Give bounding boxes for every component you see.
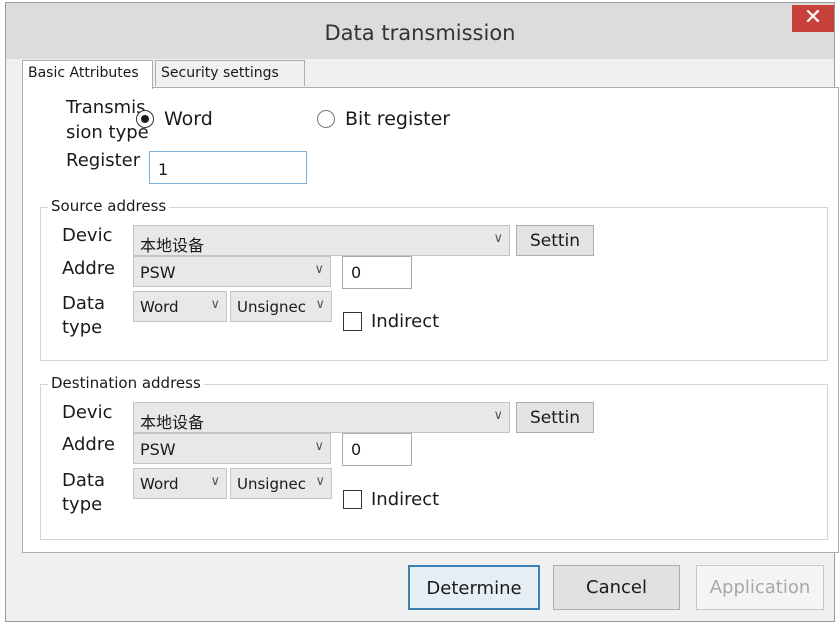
source-device-value: 本地设备: [140, 236, 205, 255]
destination-device-value: 本地设备: [140, 413, 205, 432]
data-transmission-dialog: Data transmission ✕ Basic Attributes Sec…: [5, 2, 839, 622]
window-title: Data transmission: [324, 21, 516, 45]
destination-device-label: Devic: [62, 402, 113, 423]
chevron-down-icon: ∨: [210, 474, 220, 489]
basic-attributes-panel: Transmis sion type Word Bit register Reg…: [22, 87, 839, 553]
source-address-input[interactable]: 0: [342, 256, 412, 289]
chevron-down-icon: ∨: [210, 297, 220, 312]
transmission-type-label-line1: Transmis: [66, 97, 146, 118]
title-bar[interactable]: Data transmission ✕: [6, 3, 834, 59]
cancel-button[interactable]: Cancel: [553, 565, 680, 610]
checkbox-unchecked-icon[interactable]: [343, 312, 362, 331]
source-datatype-value: Word: [140, 298, 179, 316]
register-input[interactable]: 1: [149, 151, 307, 184]
radio-word-label: Word: [164, 108, 213, 130]
chevron-down-icon: ∨: [315, 297, 325, 312]
source-datatype-label-line2: type: [62, 317, 103, 338]
radio-checked-icon[interactable]: [136, 110, 154, 128]
source-indirect-label: Indirect: [371, 311, 440, 332]
radio-bit-register-label: Bit register: [345, 108, 451, 130]
destination-address-type-select[interactable]: PSW ∨: [133, 433, 331, 464]
source-address-type-select[interactable]: PSW ∨: [133, 256, 331, 287]
chevron-down-icon: ∨: [314, 262, 324, 277]
source-address-type-value: PSW: [140, 263, 176, 282]
source-address-field-label: Addre: [62, 258, 115, 279]
destination-address-type-value: PSW: [140, 440, 176, 459]
destination-sign-value: Unsignec: [237, 475, 306, 493]
chevron-down-icon: ∨: [493, 231, 503, 246]
source-address-group: Source address Devic 本地设备 ∨ Settin Addre…: [40, 197, 828, 361]
destination-datatype-label-line2: type: [62, 494, 103, 515]
destination-address-group: Destination address Devic 本地设备 ∨ Settin …: [40, 374, 828, 540]
source-setting-button[interactable]: Settin: [516, 225, 594, 256]
chevron-down-icon: ∨: [314, 439, 324, 454]
chevron-down-icon: ∨: [493, 408, 503, 423]
source-datatype-select[interactable]: Word ∨: [133, 291, 227, 322]
application-button[interactable]: Application: [696, 565, 824, 610]
source-address-label: Source address: [48, 197, 170, 215]
source-sign-value: Unsignec: [237, 298, 306, 316]
destination-setting-button[interactable]: Settin: [516, 402, 594, 433]
destination-indirect-label: Indirect: [371, 489, 440, 510]
source-indirect-checkbox[interactable]: Indirect: [343, 311, 439, 332]
radio-bit-register[interactable]: Bit register: [317, 108, 450, 130]
destination-address-field-label: Addre: [62, 434, 115, 455]
destination-address-input[interactable]: 0: [342, 433, 412, 466]
chevron-down-icon: ∨: [315, 474, 325, 489]
destination-device-select[interactable]: 本地设备 ∨: [133, 402, 510, 433]
determine-button[interactable]: Determine: [408, 565, 540, 610]
checkbox-unchecked-icon[interactable]: [343, 490, 362, 509]
source-datatype-label-line1: Data: [62, 293, 105, 314]
destination-address-label: Destination address: [48, 374, 204, 392]
register-label: Register: [66, 150, 141, 171]
source-sign-select[interactable]: Unsignec ∨: [230, 291, 332, 322]
radio-unchecked-icon[interactable]: [317, 110, 335, 128]
close-icon[interactable]: ✕: [792, 5, 834, 32]
radio-word[interactable]: Word: [136, 108, 213, 130]
source-device-label: Devic: [62, 225, 113, 246]
destination-sign-select[interactable]: Unsignec ∨: [230, 468, 332, 499]
destination-datatype-value: Word: [140, 475, 179, 493]
destination-datatype-label-line1: Data: [62, 470, 105, 491]
destination-indirect-checkbox[interactable]: Indirect: [343, 489, 439, 510]
destination-datatype-select[interactable]: Word ∨: [133, 468, 227, 499]
tab-basic-attributes[interactable]: Basic Attributes: [22, 60, 153, 89]
tab-security-settings[interactable]: Security settings: [155, 60, 305, 86]
source-device-select[interactable]: 本地设备 ∨: [133, 225, 510, 256]
